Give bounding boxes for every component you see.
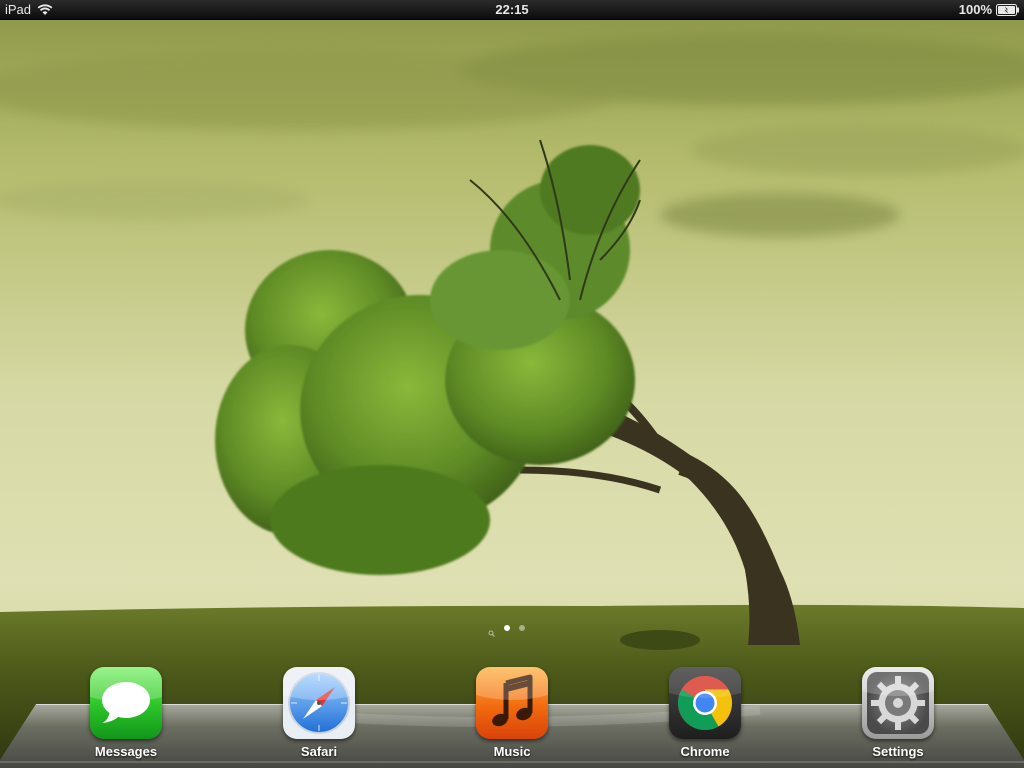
page-dot-1[interactable] [504,624,510,631]
wallpaper [0,0,1024,768]
status-time: 22:15 [495,2,529,17]
battery-icon [996,3,1020,16]
wallpaper-tree-image [0,20,1024,768]
dock-app-chrome[interactable]: Chrome [650,667,760,759]
chrome-logo-icon [669,667,741,739]
page-indicator[interactable] [488,624,525,637]
app-label: Music [493,744,531,759]
dock-app-safari[interactable]: Safari [264,667,374,759]
status-right: 100% [959,2,1020,17]
dock-app-messages[interactable]: Messages [71,667,181,759]
app-label: Chrome [680,744,730,759]
dock-app-music[interactable]: Music [457,667,567,759]
app-label: Messages [94,744,158,759]
gear-icon [862,667,934,739]
app-label: Safari [300,744,338,759]
spotlight-search-icon[interactable] [488,624,495,637]
messages-icon [90,667,162,739]
page-dot-2[interactable] [519,624,525,631]
ipad-home-screen: iPad 22:15 100% Messages Safari Music Ch… [0,0,1024,768]
music-note-icon [476,667,548,739]
status-bar: iPad 22:15 100% [0,0,1024,20]
dock-app-settings[interactable]: Settings [843,667,953,759]
battery-percent: 100% [958,2,992,17]
app-label: Settings [872,744,924,759]
safari-compass-icon [283,667,355,739]
